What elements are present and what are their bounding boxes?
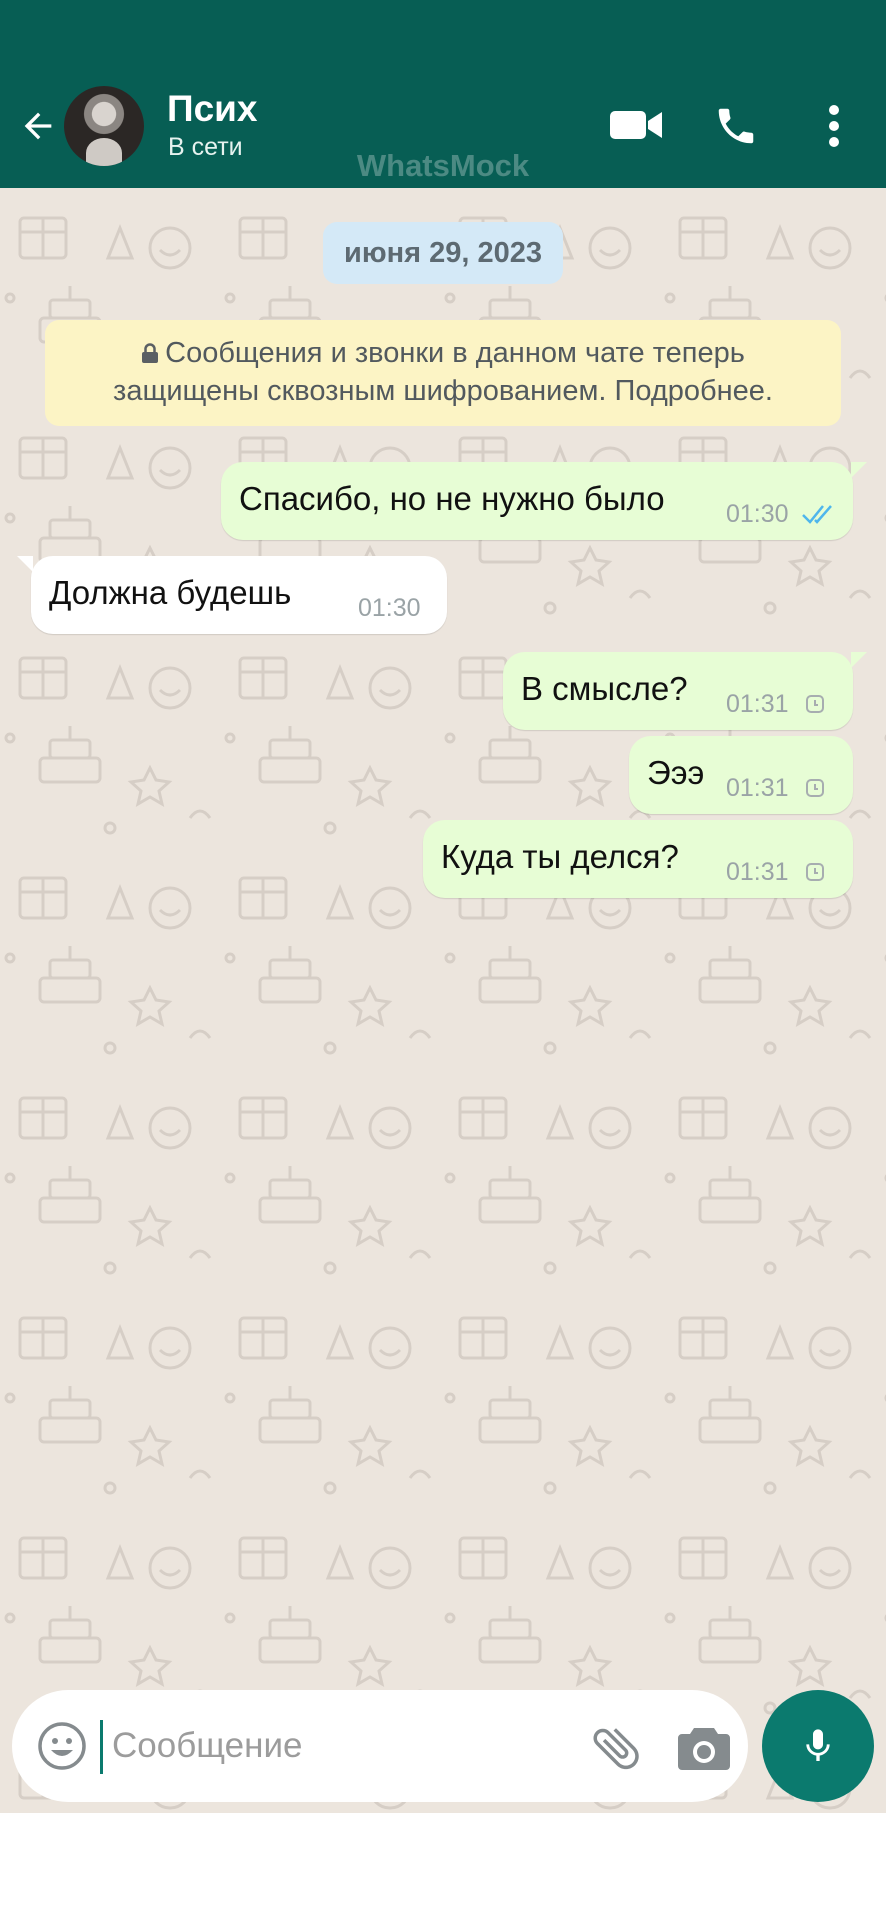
message-text: В смысле? <box>521 670 688 707</box>
message-text: Должна будешь <box>49 574 292 611</box>
message-text: Спасибо, но не нужно было <box>239 480 665 517</box>
mic-button[interactable] <box>762 1690 874 1802</box>
message-time: 01:31 <box>726 774 789 802</box>
contact-name[interactable]: Псих <box>167 88 258 130</box>
more-vert-icon <box>829 105 839 147</box>
back-arrow-icon <box>24 112 52 140</box>
mic-icon <box>806 1729 830 1761</box>
video-call-button[interactable] <box>606 100 666 150</box>
message-bubble-outgoing[interactable]: Куда ты делся? 01:31 <box>423 820 853 898</box>
chat-screen: Псих В сети WhatsMock июня 29, 2023 Сооб… <box>0 0 886 1920</box>
message-time: 01:31 <box>726 690 789 718</box>
message-text: Куда ты делся? <box>441 838 679 875</box>
more-options-button[interactable] <box>814 98 854 154</box>
encryption-notice-text-2: защищены сквозным шифрованием. Подробнее… <box>113 375 773 407</box>
encryption-notice-line1: Сообщения и звонки в данном чате теперь <box>45 334 841 372</box>
encryption-notice[interactable]: Сообщения и звонки в данном чате теперь … <box>45 320 841 426</box>
message-input[interactable] <box>112 1716 552 1776</box>
emoji-icon[interactable] <box>36 1720 88 1772</box>
text-caret <box>100 1720 103 1774</box>
wallpaper-pattern <box>0 188 886 1813</box>
message-bubble-outgoing[interactable]: Спасибо, но не нужно было 01:30 <box>221 462 867 540</box>
message-time: 01:30 <box>726 500 789 528</box>
message-composer <box>12 1690 748 1802</box>
clock-pending-icon <box>806 695 824 713</box>
message-time: 01:30 <box>358 594 421 622</box>
camera-icon[interactable] <box>676 1722 732 1774</box>
encryption-notice-text-1: Сообщения и звонки в данном чате теперь <box>165 337 745 369</box>
clock-pending-icon <box>806 779 824 797</box>
voice-call-button[interactable] <box>708 98 764 154</box>
chat-area[interactable]: июня 29, 2023 Сообщения и звонки в данно… <box>0 188 886 1813</box>
clock-pending-icon <box>806 863 824 881</box>
lock-icon <box>142 343 159 363</box>
double-check-read-icon <box>802 505 832 524</box>
message-bubble-outgoing[interactable]: Эээ 01:31 <box>629 736 853 814</box>
date-chip: июня 29, 2023 <box>323 222 563 284</box>
phone-icon <box>718 108 754 144</box>
attach-icon[interactable] <box>588 1720 644 1776</box>
video-call-icon <box>610 111 662 139</box>
back-button[interactable] <box>14 102 62 150</box>
chat-header: Псих В сети WhatsMock <box>0 0 886 188</box>
message-time: 01:31 <box>726 858 789 886</box>
message-text: Эээ <box>647 754 705 791</box>
message-bubble-outgoing[interactable]: В смысле? 01:31 <box>503 652 867 730</box>
message-bubble-incoming[interactable]: Должна будешь 01:30 <box>17 556 447 634</box>
